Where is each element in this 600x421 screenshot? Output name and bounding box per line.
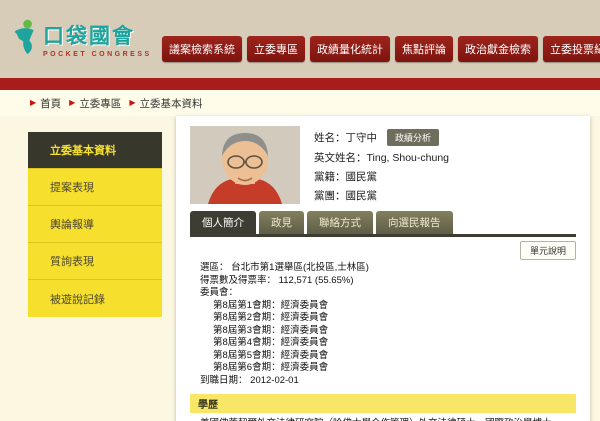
district-label: 選區： bbox=[200, 262, 229, 273]
breadcrumb-arrow-icon: ▶ bbox=[129, 99, 135, 107]
tab-profile[interactable]: 個人簡介 bbox=[190, 211, 256, 234]
page: 口袋國會 POCKET CONGRESS 議案檢索系統 立委專區 政績量化統計 … bbox=[0, 0, 600, 421]
party-value: 國民黨 bbox=[346, 169, 378, 184]
main-nav: 議案檢索系統 立委專區 政績量化統計 焦點評論 政治獻金檢索 立委投票紀錄 bbox=[162, 36, 600, 62]
start-date-value: 2012-02-01 bbox=[250, 375, 299, 386]
breadcrumb: ▶ 首頁 ▶ 立委專區 ▶ 立委基本資料 bbox=[0, 90, 600, 116]
section-header-education: 學歷 bbox=[190, 394, 576, 413]
breadcrumb-legislator-area-label[interactable]: 立委專區 bbox=[79, 96, 121, 111]
committee-item: 第8屆第1會期：經濟委員會 bbox=[213, 300, 576, 313]
legislator-photo bbox=[190, 126, 300, 204]
committee-list: 第8屆第1會期：經濟委員會 第8屆第2會期：經濟委員會 第8屆第3會期：經濟委員… bbox=[200, 300, 576, 375]
main-panel: 姓名： 丁守中 政績分析 英文姓名： Ting, Shou-chung 黨籍： … bbox=[176, 116, 590, 421]
content-area: 立委基本資料 提案表現 輿論報導 質詢表現 被遊說記錄 bbox=[0, 116, 600, 421]
english-name-label: 英文姓名： bbox=[314, 150, 367, 165]
nav-political-donation-search[interactable]: 政治獻金檢索 bbox=[458, 36, 538, 62]
nav-focus-commentary[interactable]: 焦點評論 bbox=[395, 36, 453, 62]
nav-legislator-area[interactable]: 立委專區 bbox=[247, 36, 305, 62]
tab-contact[interactable]: 聯絡方式 bbox=[307, 211, 373, 234]
logo-subtitle: POCKET CONGRESS bbox=[43, 51, 152, 58]
site-logo[interactable]: 口袋國會 POCKET CONGRESS bbox=[12, 18, 162, 61]
field-caucus: 黨團： 國民黨 bbox=[314, 188, 449, 203]
caucus-value: 國民黨 bbox=[346, 188, 378, 203]
committee-item: 第8屆第2會期：經濟委員會 bbox=[213, 312, 576, 325]
header-divider-bar bbox=[0, 78, 600, 90]
district-line: 選區： 台北市第1選舉區(北投區,士林區) bbox=[200, 262, 576, 275]
caucus-label: 黨團： bbox=[314, 188, 346, 203]
site-header: 口袋國會 POCKET CONGRESS 議案檢索系統 立委專區 政績量化統計 … bbox=[0, 0, 600, 78]
breadcrumb-arrow-icon: ▶ bbox=[30, 99, 36, 107]
name-label: 姓名： bbox=[314, 130, 346, 145]
district-value: 台北市第1選舉區(北投區,士林區) bbox=[231, 262, 369, 273]
help-row: 單元說明 bbox=[190, 241, 576, 260]
education-line: 美國佛萊契爾外交法律研究院（哈佛大學合作管理）外交法律碩士、國際政治學博士 bbox=[200, 417, 576, 421]
breadcrumb-home-label[interactable]: 首頁 bbox=[40, 96, 61, 111]
start-date-line: 到職日期： 2012-02-01 bbox=[200, 375, 576, 388]
committee-label: 委員會： bbox=[200, 287, 238, 298]
sidebar-item-label: 提案表現 bbox=[50, 179, 94, 195]
breadcrumb-basic-info-label: 立委基本資料 bbox=[139, 96, 202, 111]
field-english-name: 英文姓名： Ting, Shou-chung bbox=[314, 150, 449, 165]
name-value: 丁守中 bbox=[346, 130, 378, 145]
sidebar-item-basic-info[interactable]: 立委基本資料 bbox=[28, 132, 162, 169]
tab-platform[interactable]: 政見 bbox=[259, 211, 304, 234]
basic-info-details: 選區： 台北市第1選舉區(北投區,士林區) 得票數及得票率： 112,571 (… bbox=[190, 262, 576, 387]
votes-label: 得票數及得票率： bbox=[200, 275, 276, 286]
tab-underline bbox=[190, 234, 576, 237]
field-party: 黨籍： 國民黨 bbox=[314, 169, 449, 184]
breadcrumb-item-home[interactable]: ▶ 首頁 bbox=[30, 96, 61, 111]
sidebar-item-media-coverage[interactable]: 輿論報導 bbox=[28, 206, 162, 243]
logo-title: 口袋國會 bbox=[43, 20, 152, 50]
party-label: 黨籍： bbox=[314, 169, 346, 184]
committee-item: 第8屆第6會期：經濟委員會 bbox=[213, 362, 576, 375]
unit-help-button[interactable]: 單元說明 bbox=[520, 241, 576, 260]
profile-fields: 姓名： 丁守中 政績分析 英文姓名： Ting, Shou-chung 黨籍： … bbox=[314, 126, 449, 204]
logo-texts: 口袋國會 POCKET CONGRESS bbox=[43, 20, 152, 58]
committee-label-line: 委員會： bbox=[200, 287, 576, 300]
nav-bill-search-system[interactable]: 議案檢索系統 bbox=[162, 36, 242, 62]
breadcrumb-item-basic-info: ▶ 立委基本資料 bbox=[129, 96, 202, 111]
sidebar-item-proposals[interactable]: 提案表現 bbox=[28, 169, 162, 206]
sidebar-item-lobbying-records[interactable]: 被遊說記錄 bbox=[28, 280, 162, 317]
nav-performance-stats[interactable]: 政績量化統計 bbox=[310, 36, 390, 62]
start-date-label: 到職日期： bbox=[200, 375, 248, 386]
votes-line: 得票數及得票率： 112,571 (55.65%) bbox=[200, 275, 576, 288]
field-name: 姓名： 丁守中 政績分析 bbox=[314, 129, 449, 146]
committee-item: 第8屆第3會期：經濟委員會 bbox=[213, 325, 576, 338]
sidebar-item-label: 質詢表現 bbox=[50, 253, 94, 269]
english-name-value: Ting, Shou-chung bbox=[367, 152, 450, 164]
sidebar: 立委基本資料 提案表現 輿論報導 質詢表現 被遊說記錄 bbox=[28, 132, 162, 317]
tab-report-to-voters[interactable]: 向選民報告 bbox=[376, 211, 453, 234]
committee-item: 第8屆第4會期：經濟委員會 bbox=[213, 337, 576, 350]
breadcrumb-item-legislator-area[interactable]: ▶ 立委專區 bbox=[69, 96, 121, 111]
breadcrumb-arrow-icon: ▶ bbox=[69, 99, 75, 107]
nav-voting-records[interactable]: 立委投票紀錄 bbox=[543, 36, 600, 62]
sidebar-item-label: 立委基本資料 bbox=[50, 142, 116, 158]
logo-person-icon bbox=[12, 18, 38, 61]
sidebar-item-label: 被遊說記錄 bbox=[50, 291, 105, 307]
performance-analysis-button[interactable]: 政績分析 bbox=[387, 129, 439, 146]
profile-section: 姓名： 丁守中 政績分析 英文姓名： Ting, Shou-chung 黨籍： … bbox=[190, 126, 576, 204]
sidebar-item-label: 輿論報導 bbox=[50, 216, 94, 232]
tab-bar: 個人簡介 政見 聯絡方式 向選民報告 bbox=[190, 211, 576, 234]
committee-item: 第8屆第5會期：經濟委員會 bbox=[213, 350, 576, 363]
education-lines: 美國佛萊契爾外交法律研究院（哈佛大學合作管理）外交法律碩士、國際政治學博士 台大… bbox=[190, 413, 576, 421]
votes-value: 112,571 (55.65%) bbox=[279, 275, 354, 286]
sidebar-item-interpellation[interactable]: 質詢表現 bbox=[28, 243, 162, 280]
